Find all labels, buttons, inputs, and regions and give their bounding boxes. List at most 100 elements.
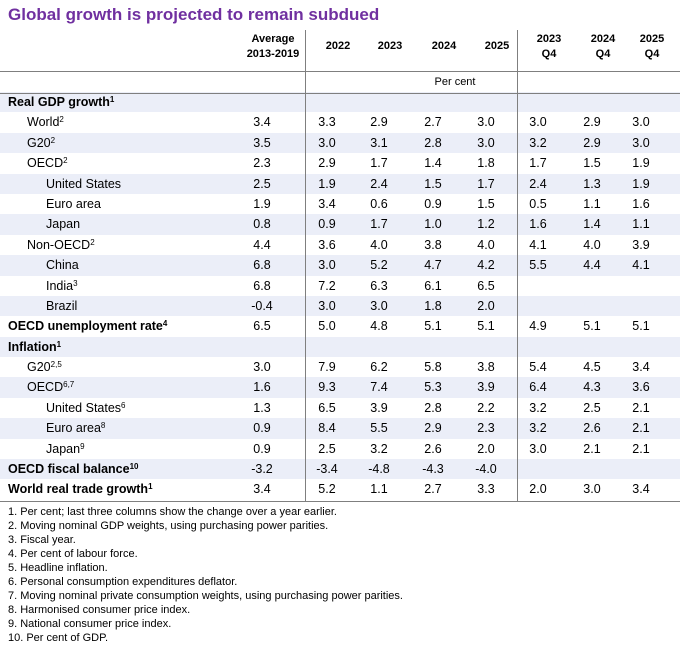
table-cell: 0.6 xyxy=(370,196,388,211)
table-cell: 2.6 xyxy=(424,441,442,456)
table-cell: -0.4 xyxy=(251,298,273,313)
table-cell: 2.7 xyxy=(424,115,442,130)
footnote-marker: 1 xyxy=(148,482,153,492)
footnote-marker: 2 xyxy=(59,115,64,125)
table-cell: 1.6 xyxy=(253,380,271,395)
footnote-item: 7. Moving nominal private consumption we… xyxy=(8,590,403,602)
row-label: Japan9 xyxy=(46,439,85,459)
col-header-average-line2: 2013-2019 xyxy=(246,48,300,60)
row-label: Non-OECD2 xyxy=(27,235,95,255)
table-cell: 2.6 xyxy=(583,421,601,436)
table-cell: 1.2 xyxy=(477,217,495,232)
row-label: Real GDP growth1 xyxy=(8,92,114,112)
row-label-text: Non-OECD xyxy=(27,237,91,252)
table-title: Global growth is projected to remain sub… xyxy=(8,5,380,24)
divider-quarterly xyxy=(517,30,518,501)
table-cell: 3.5 xyxy=(253,135,271,150)
table-cell: 6.8 xyxy=(253,258,271,273)
table-cell: 6.5 xyxy=(253,319,271,334)
table-row: Euro area 1.9 3.4 0.6 0.9 1.5 0.5 1.1 1.6 xyxy=(0,194,680,214)
row-label: India3 xyxy=(46,276,78,296)
table-cell: 1.9 xyxy=(318,176,336,191)
table-cell: 1.8 xyxy=(477,156,495,171)
table-cell: 4.9 xyxy=(529,319,547,334)
table-cell: 2.1 xyxy=(632,400,650,415)
table-cell: 2.5 xyxy=(318,441,336,456)
table-cell: 3.4 xyxy=(632,360,650,375)
table-row: OECD fiscal balance10 -3.2 -3.4 -4.8 -4.3 -4.… xyxy=(0,459,680,480)
table-cell: 5.4 xyxy=(529,360,547,375)
table-cell: 3.6 xyxy=(632,380,650,395)
table-cell: 5.3 xyxy=(424,380,442,395)
table-cell: 0.5 xyxy=(529,196,547,211)
table-row: World2 3.4 3.3 2.9 2.7 3.0 3.0 2.9 3.0 xyxy=(0,112,680,132)
row-label: United States6 xyxy=(46,398,126,418)
table-cell: 6.5 xyxy=(318,400,336,415)
footnote-marker: 2 xyxy=(50,135,56,145)
table-cell: 3.0 xyxy=(632,135,650,150)
subheader-rule xyxy=(0,93,680,94)
table-cell: 4.7 xyxy=(424,258,442,273)
table-cell: 1.9 xyxy=(253,196,271,211)
footnote-marker: 4 xyxy=(162,319,168,329)
col-header-2025-q4-quarter: Q4 xyxy=(644,48,660,60)
table-cell: 1.5 xyxy=(583,156,601,171)
table-cell: 5.1 xyxy=(632,319,650,334)
table-cell: 6.3 xyxy=(370,278,388,293)
table-cell: 3.2 xyxy=(370,441,388,456)
row-label: OECD fiscal balance10 xyxy=(8,459,138,479)
table-cell: 1.9 xyxy=(632,176,650,191)
table-cell: 0.9 xyxy=(318,217,336,232)
table-row: China 6.8 3.0 5.2 4.7 4.2 5.5 4.4 4.1 xyxy=(0,255,680,276)
row-label-text: OECD xyxy=(27,156,64,171)
row-label: Brazil xyxy=(46,296,77,316)
table-cell: 4.3 xyxy=(583,380,601,395)
table-cell: 4.0 xyxy=(583,237,601,252)
table-cell: 3.8 xyxy=(477,360,495,375)
row-label: OECD unemployment rate4 xyxy=(8,316,167,336)
footnote-marker: 2 xyxy=(63,156,68,166)
table-cell: 3.3 xyxy=(477,482,495,497)
table-cell: 3.0 xyxy=(318,258,336,273)
table-cell: 2.9 xyxy=(370,115,388,130)
table-cell: 3.0 xyxy=(477,135,495,150)
table-cell: 5.5 xyxy=(370,421,388,436)
row-label-text: China xyxy=(46,258,79,273)
table-row: G202 3.5 3.0 3.1 2.8 3.0 3.2 2.9 3.0 xyxy=(0,132,680,154)
table-cell: 1.7 xyxy=(529,156,547,171)
table-cell: 3.2 xyxy=(529,135,547,150)
table-cell: 3.0 xyxy=(318,298,336,313)
table-cell: 8.4 xyxy=(318,421,336,436)
row-label-text: United States xyxy=(46,176,122,191)
table-cell: 7.9 xyxy=(318,360,336,375)
footnote-item: 4. Per cent of labour force. xyxy=(8,548,138,560)
table-cell: 3.8 xyxy=(424,237,442,252)
table-cell: 5.1 xyxy=(477,319,495,334)
table-cell: 1.9 xyxy=(632,156,650,171)
table-cell: 2.7 xyxy=(424,482,442,497)
table-cell: 2.1 xyxy=(632,421,650,436)
table-cell: 2.1 xyxy=(632,441,650,456)
footnote-marker: 1 xyxy=(56,339,62,349)
footnotes: 1. Per cent; last three columns show the… xyxy=(8,505,403,645)
table-cell: 4.2 xyxy=(477,258,495,273)
table-cell: 0.8 xyxy=(253,217,271,232)
table-cell: 1.1 xyxy=(583,196,601,211)
row-label-text: OECD xyxy=(27,380,64,395)
footnote-item: 3. Fiscal year. xyxy=(8,534,76,546)
table-cell: 3.0 xyxy=(370,298,388,313)
table-cell: 4.1 xyxy=(632,258,650,273)
table-cell: 2.3 xyxy=(477,421,495,436)
table-cell: 5.2 xyxy=(318,482,336,497)
table-cell: 1.7 xyxy=(370,156,388,171)
table-row: Japan9 0.9 2.5 3.2 2.6 2.0 3.0 2.1 2.1 xyxy=(0,439,680,459)
footnote-marker: 6 xyxy=(121,400,126,410)
table-cell: 1.0 xyxy=(424,217,442,232)
row-label: G202 xyxy=(27,133,55,153)
table-cell: 3.0 xyxy=(253,360,271,375)
table-cell: 5.1 xyxy=(424,319,442,334)
footnote-item: 2. Moving nominal GDP weights, using pur… xyxy=(8,520,329,532)
data-table: Average 2013-2019 2022 2023 2024 2025 20… xyxy=(0,30,680,500)
row-label-text: India xyxy=(46,278,74,293)
table-cell: 5.8 xyxy=(424,360,442,375)
